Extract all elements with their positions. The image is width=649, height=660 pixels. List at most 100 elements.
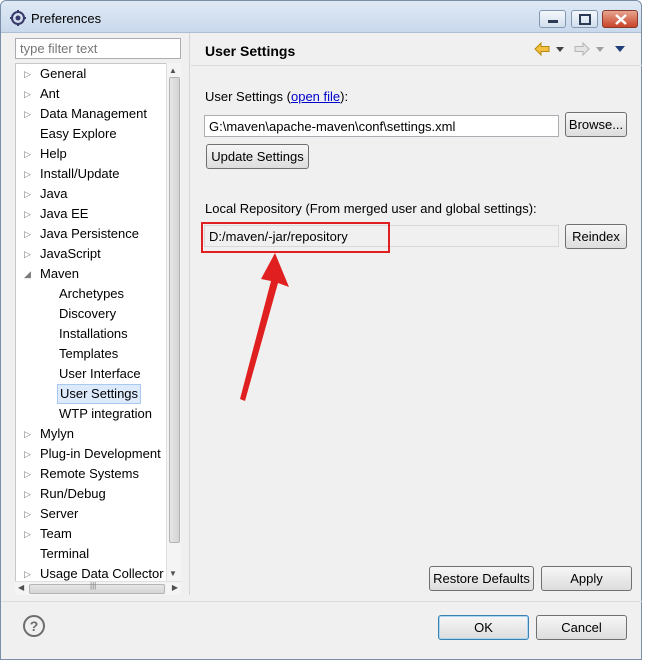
tree-collapsed-icon[interactable]: ▷: [24, 144, 36, 164]
tree-item[interactable]: Installations: [16, 324, 166, 344]
tree-horizontal-scrollbar[interactable]: ◀ ||| ▶: [15, 581, 181, 595]
tree-collapsed-icon[interactable]: ▷: [24, 424, 36, 444]
browse-button[interactable]: Browse...: [565, 112, 627, 137]
tree-collapsed-icon[interactable]: ▷: [24, 84, 36, 104]
tree-collapsed-icon[interactable]: ▷: [24, 204, 36, 224]
view-menu-icon[interactable]: [615, 46, 625, 52]
tree-item-label: Data Management: [40, 106, 147, 121]
tree-vertical-scrollbar[interactable]: ▲ ▼: [166, 63, 181, 581]
tree-item-label: Maven: [40, 266, 80, 281]
tree-item[interactable]: ▷ Data Management: [16, 104, 166, 124]
scroll-up-icon[interactable]: ▲: [169, 66, 177, 75]
scroll-right-icon[interactable]: ▶: [172, 583, 178, 592]
tree-expanded-icon[interactable]: ◢: [24, 264, 36, 284]
local-repository-label: Local Repository (From merged user and g…: [205, 201, 537, 216]
apply-button[interactable]: Apply: [541, 566, 632, 591]
user-settings-label-prefix: User Settings (: [205, 89, 291, 104]
help-icon[interactable]: ?: [23, 615, 45, 637]
tree-item-label: Ant: [40, 86, 60, 101]
tree-item[interactable]: ▷ General: [16, 64, 166, 84]
tree-item[interactable]: ▷ JavaScript: [16, 244, 166, 264]
reindex-button[interactable]: Reindex: [565, 224, 627, 249]
tree-collapsed-icon[interactable]: ▷: [24, 444, 36, 464]
tree-item[interactable]: ▷ Team: [16, 524, 166, 544]
cancel-button[interactable]: Cancel: [536, 615, 627, 640]
update-settings-button[interactable]: Update Settings: [206, 144, 309, 169]
scroll-thumb[interactable]: [169, 77, 180, 543]
forward-dropdown-icon[interactable]: [596, 47, 604, 52]
tree-item-label: Easy Explore: [40, 126, 117, 141]
tree-item[interactable]: ▷ Java EE: [16, 204, 166, 224]
tree-collapsed-icon[interactable]: ▷: [24, 64, 36, 84]
tree-item[interactable]: ▷ Plug-in Development: [16, 444, 166, 464]
tree-item-label: Mylyn: [40, 426, 74, 441]
tree-item[interactable]: ▷ Mylyn: [16, 424, 166, 444]
tree-item[interactable]: Discovery: [16, 304, 166, 324]
tree-item[interactable]: ▷ Server: [16, 504, 166, 524]
back-dropdown-icon[interactable]: [556, 47, 564, 52]
tree-item[interactable]: ▷ Install/Update: [16, 164, 166, 184]
hscroll-thumb[interactable]: |||: [29, 581, 165, 594]
tree-collapsed-icon[interactable]: ▷: [24, 464, 36, 484]
user-settings-label: User Settings (open file):: [205, 89, 348, 104]
tree-item-label: Archetypes: [59, 286, 125, 301]
tree-item-label: Terminal: [40, 546, 90, 561]
tree-item-label: Run/Debug: [40, 486, 106, 501]
close-button[interactable]: [602, 10, 638, 28]
tree-item-label: Java: [40, 186, 68, 201]
tree-item[interactable]: User Interface: [16, 364, 166, 384]
restore-defaults-button[interactable]: Restore Defaults: [429, 566, 534, 591]
tree-item-label: Templates: [59, 346, 119, 361]
tree-collapsed-icon[interactable]: ▷: [24, 484, 36, 504]
tree-item-label: Java EE: [40, 206, 89, 221]
tree-item-label: Discovery: [59, 306, 117, 321]
annotation-arrow-icon: [240, 253, 289, 401]
tree-item[interactable]: ◢ Maven: [16, 264, 166, 284]
back-arrow-icon[interactable]: [534, 42, 550, 56]
tree-collapsed-icon[interactable]: ▷: [24, 504, 36, 524]
tree-item[interactable]: Terminal: [16, 544, 166, 564]
tree-item-label: Java Persistence: [40, 226, 139, 241]
tree-item[interactable]: WTP integration: [16, 404, 166, 424]
page-navigation: [532, 39, 632, 59]
tree-item-label: Installations: [59, 326, 128, 341]
tree-item[interactable]: ▷ Java Persistence: [16, 224, 166, 244]
tree-item-label: Plug-in Development: [40, 446, 161, 461]
open-file-link[interactable]: open file: [291, 89, 340, 104]
ok-button[interactable]: OK: [438, 615, 529, 640]
tree-item[interactable]: User Settings: [16, 384, 166, 404]
window-title: Preferences: [31, 11, 102, 26]
tree-collapsed-icon[interactable]: ▷: [24, 224, 36, 244]
scroll-left-icon[interactable]: ◀: [18, 583, 24, 592]
user-settings-path-field[interactable]: [204, 115, 559, 137]
tree-collapsed-icon[interactable]: ▷: [24, 244, 36, 264]
tree-collapsed-icon[interactable]: ▷: [24, 104, 36, 124]
scroll-down-icon[interactable]: ▼: [169, 569, 177, 578]
preferences-tree[interactable]: ▷ General ▷ Ant ▷ Data Management Easy Explore…: [15, 63, 181, 595]
tree-item-label: Help: [40, 146, 67, 161]
tree-item[interactable]: ▷ Ant: [16, 84, 166, 104]
tree-item[interactable]: Templates: [16, 344, 166, 364]
tree-item[interactable]: ▷ Run/Debug: [16, 484, 166, 504]
annotation-highlight-box: [201, 222, 390, 253]
close-icon: [615, 14, 627, 25]
tree-collapsed-icon[interactable]: ▷: [24, 184, 36, 204]
tree-collapsed-icon[interactable]: ▷: [24, 164, 36, 184]
tree-item-label: Install/Update: [40, 166, 120, 181]
hscroll-grip: |||: [90, 581, 97, 590]
filter-input[interactable]: [15, 38, 181, 59]
title-bar[interactable]: Preferences: [1, 1, 641, 33]
user-settings-label-suffix: ):: [340, 89, 349, 104]
tree-item[interactable]: ▷ Java: [16, 184, 166, 204]
tree-collapsed-icon[interactable]: ▷: [24, 524, 36, 544]
background-strip: [642, 0, 649, 660]
tree-item[interactable]: ▷ Remote Systems: [16, 464, 166, 484]
tree-item[interactable]: Easy Explore: [16, 124, 166, 144]
minimize-button[interactable]: [539, 10, 566, 28]
forward-arrow-icon[interactable]: [574, 42, 590, 56]
tree-item[interactable]: ▷ Help: [16, 144, 166, 164]
panel-sash[interactable]: [189, 33, 190, 595]
maximize-button[interactable]: [571, 10, 598, 28]
tree-item[interactable]: Archetypes: [16, 284, 166, 304]
tree-item-label: Remote Systems: [40, 466, 139, 481]
